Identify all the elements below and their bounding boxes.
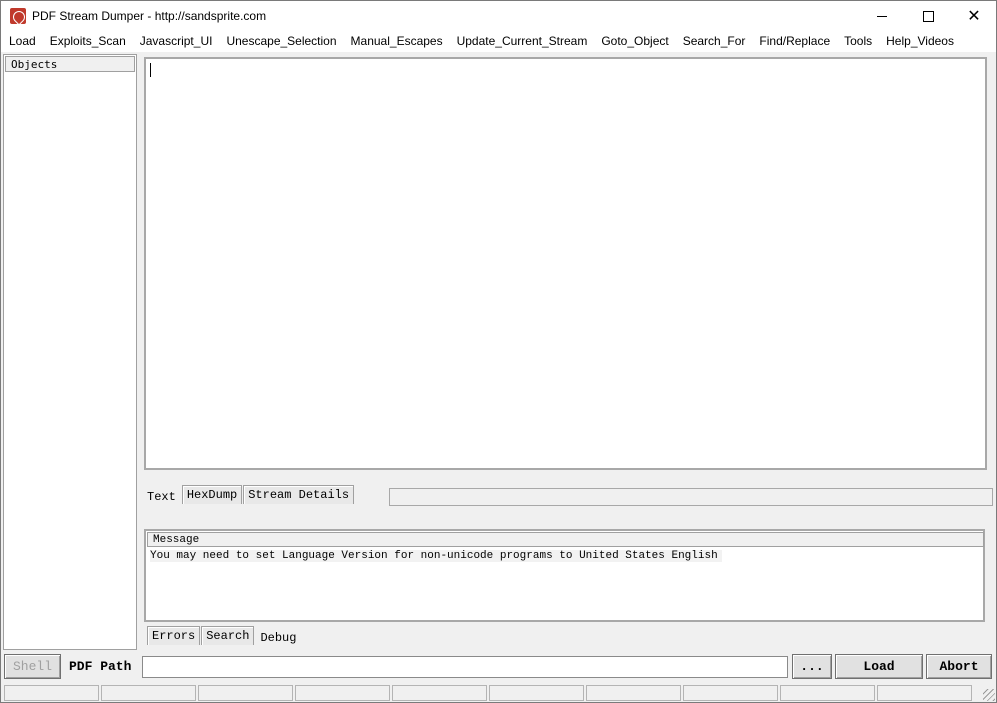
stream-text-editor[interactable] xyxy=(144,57,987,470)
abort-button[interactable]: Abort xyxy=(926,654,992,679)
window-title: PDF Stream Dumper - http://sandsprite.co… xyxy=(32,9,267,23)
status-bar xyxy=(1,684,996,702)
title-bar: PDF Stream Dumper - http://sandsprite.co… xyxy=(1,1,996,31)
tab-stream-details[interactable]: Stream Details xyxy=(243,485,355,504)
status-panel xyxy=(683,685,778,701)
close-button[interactable]: ✕ xyxy=(951,1,997,31)
menu-load[interactable]: Load xyxy=(1,31,43,52)
tab-debug[interactable]: Debug xyxy=(255,626,302,647)
tab-errors[interactable]: Errors xyxy=(147,626,201,645)
status-panel xyxy=(4,685,99,701)
stream-info-field xyxy=(389,488,993,506)
message-list[interactable]: Message You may need to set Language Ver… xyxy=(144,529,985,622)
status-panel xyxy=(392,685,487,701)
status-panel xyxy=(198,685,293,701)
load-button[interactable]: Load xyxy=(835,654,923,679)
shell-button[interactable]: Shell xyxy=(4,654,61,679)
menu-javascript-ui[interactable]: Javascript_UI xyxy=(133,31,220,52)
pdf-path-label: PDF Path xyxy=(69,659,132,674)
pdf-app-icon xyxy=(10,8,26,24)
status-panel xyxy=(295,685,390,701)
pdf-path-input[interactable] xyxy=(142,656,788,678)
menu-find-replace[interactable]: Find/Replace xyxy=(752,31,837,52)
resize-grip-icon[interactable] xyxy=(983,689,995,701)
minimize-icon xyxy=(877,15,887,17)
menu-goto-object[interactable]: Goto_Object xyxy=(594,31,675,52)
tab-search[interactable]: Search xyxy=(201,626,255,645)
maximize-icon xyxy=(922,10,934,22)
status-panel xyxy=(489,685,584,701)
menu-bar: Load Exploits_Scan Javascript_UI Unescap… xyxy=(1,31,996,52)
status-panel xyxy=(101,685,196,701)
menu-search-for[interactable]: Search_For xyxy=(676,31,753,52)
main-window: PDF Stream Dumper - http://sandsprite.co… xyxy=(0,0,997,703)
message-row[interactable]: You may need to set Language Version for… xyxy=(150,550,722,562)
objects-column-header[interactable]: Objects xyxy=(5,56,135,72)
menu-unescape-selection[interactable]: Unescape_Selection xyxy=(219,31,343,52)
tab-text[interactable]: Text xyxy=(142,485,181,506)
log-tabs: Errors Search Debug xyxy=(147,626,302,647)
menu-manual-escapes[interactable]: Manual_Escapes xyxy=(344,31,450,52)
status-panel xyxy=(780,685,875,701)
view-tabs: Text HexDump Stream Details xyxy=(142,485,355,506)
menu-tools[interactable]: Tools xyxy=(837,31,879,52)
menu-exploits-scan[interactable]: Exploits_Scan xyxy=(43,31,133,52)
text-caret xyxy=(150,63,151,77)
path-bar: Shell PDF Path ... Load Abort xyxy=(1,654,996,680)
status-panel xyxy=(877,685,972,701)
objects-list[interactable]: Objects xyxy=(3,54,137,650)
minimize-button[interactable] xyxy=(859,1,905,31)
message-column-header[interactable]: Message xyxy=(147,532,984,547)
menu-help-videos[interactable]: Help_Videos xyxy=(879,31,961,52)
maximize-button[interactable] xyxy=(905,1,951,31)
status-panel xyxy=(586,685,681,701)
browse-button[interactable]: ... xyxy=(792,654,832,679)
menu-update-current-stream[interactable]: Update_Current_Stream xyxy=(450,31,595,52)
tab-hexdump[interactable]: HexDump xyxy=(181,485,243,504)
close-icon: ✕ xyxy=(967,6,981,25)
